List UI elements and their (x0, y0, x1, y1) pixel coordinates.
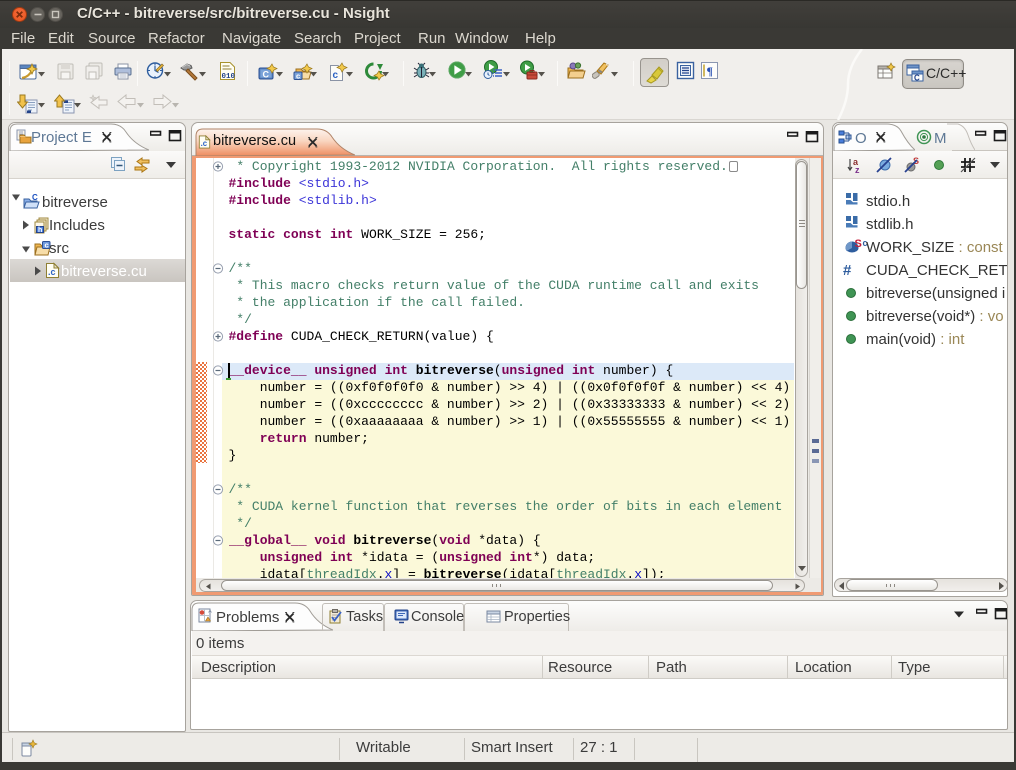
svg-text:.c: .c (48, 267, 56, 277)
svg-text:.c: .c (201, 139, 208, 148)
svg-text:010: 010 (222, 73, 236, 81)
svg-text:C: C (914, 74, 920, 83)
svg-text:h: h (38, 227, 42, 234)
svg-text:C: C (263, 70, 270, 80)
svg-text:c: c (333, 70, 339, 81)
svg-text:C: C (32, 194, 38, 202)
svg-text:¶: ¶ (707, 64, 713, 78)
svg-text:z: z (855, 165, 860, 174)
svg-text:c: c (296, 72, 300, 81)
svg-text:S: S (855, 238, 862, 250)
